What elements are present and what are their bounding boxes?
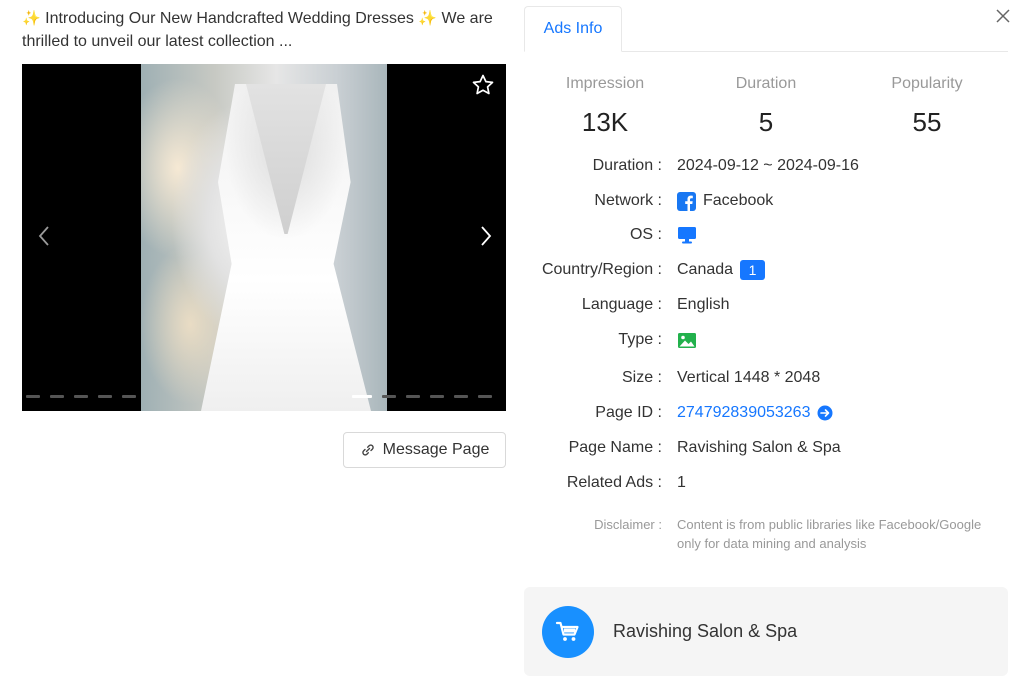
carousel-dot[interactable] (430, 395, 444, 398)
country-count-badge[interactable]: 1 (740, 260, 766, 280)
detail-value: Canada (677, 261, 734, 278)
page-id-link[interactable]: 274792839053263 (677, 404, 810, 422)
carousel-dot[interactable] (74, 395, 88, 398)
carousel-gap (146, 395, 342, 398)
detail-related-ads: Related Ads : 1 (524, 469, 1008, 497)
carousel-dot[interactable] (98, 395, 112, 398)
detail-key: Network : (594, 192, 662, 209)
detail-key: OS : (629, 226, 662, 243)
detail-size: Size : Vertical 1448 * 2048 (524, 364, 1008, 392)
carousel-dot[interactable] (454, 395, 468, 398)
message-page-label: Message Page (382, 441, 490, 458)
disclaimer: Disclaimer : Content is from public libr… (524, 515, 1008, 553)
stat-value: 55 (912, 107, 942, 137)
detail-value: Vertical 1448 * 2048 (677, 369, 821, 386)
link-icon (361, 444, 374, 456)
sparkles-icon: ✨ (22, 10, 41, 27)
detail-key: Page Name : (568, 439, 662, 456)
detail-network: Network : Facebook (524, 187, 1008, 215)
carousel-prev-chevron-left-icon[interactable] (30, 222, 58, 250)
facebook-icon (677, 191, 696, 211)
ad-caption-line1: Introducing Our New Handcrafted Wedding … (45, 10, 414, 27)
carousel-dot[interactable] (50, 395, 64, 398)
close-icon[interactable] (993, 6, 1013, 26)
carousel-dot[interactable] (122, 395, 136, 398)
detail-value: 1 (677, 474, 686, 491)
stat-value: 5 (758, 107, 774, 137)
carousel-dot[interactable] (406, 395, 420, 398)
desktop-icon (678, 227, 696, 244)
disclaimer-key: Disclaimer : (594, 517, 662, 532)
arrow-circle-right-icon[interactable] (817, 405, 833, 421)
message-page-button[interactable]: Message Page (343, 432, 506, 468)
ad-image (141, 64, 387, 411)
stat-label: Impression (565, 75, 645, 92)
carousel-dot[interactable] (382, 395, 396, 398)
stat-label: Duration (735, 75, 797, 92)
advertiser-page-name: Ravishing Salon & Spa (613, 621, 798, 641)
detail-value: English (677, 296, 730, 313)
detail-key: Size : (621, 369, 662, 386)
detail-language: Language : English (524, 291, 1008, 319)
ad-stats: Impression 13K Duration 5 Popularity 55 (524, 72, 1008, 142)
detail-key: Language : (581, 296, 662, 313)
shopping-cart-icon (542, 605, 594, 658)
carousel-indicators (26, 395, 502, 398)
stat-impression: Impression 13K (524, 72, 686, 142)
detail-country: Country/Region : Canada 1 (524, 256, 1008, 284)
sparkles-icon: ✨ (418, 10, 438, 27)
carousel-dot[interactable] (26, 395, 40, 398)
detail-key: Page ID : (595, 404, 662, 421)
stat-label: Popularity (891, 75, 963, 92)
stat-duration: Duration 5 (685, 72, 847, 142)
stat-popularity: Popularity 55 (846, 72, 1008, 142)
ad-caption-line2: thrilled to unveil our latest collection… (22, 33, 293, 50)
ad-caption: ✨ Introducing Our New Handcrafted Weddin… (22, 7, 512, 53)
detail-key: Duration : (592, 157, 662, 174)
detail-page-id: Page ID : 274792839053263 (524, 399, 1008, 427)
carousel-next-chevron-right-icon[interactable] (472, 222, 500, 250)
image-icon (678, 332, 696, 348)
tab-ads-info[interactable]: Ads Info (524, 6, 622, 52)
stat-value: 13K (581, 107, 629, 137)
detail-value: 2024-09-12 ~ 2024-09-16 (677, 157, 859, 174)
detail-value: Facebook (703, 192, 774, 209)
carousel-dot[interactable] (478, 395, 492, 398)
advertiser-page-card[interactable]: Ravishing Salon & Spa (524, 587, 1008, 676)
favorite-star-icon[interactable] (470, 72, 496, 98)
detail-duration: Duration : 2024-09-12 ~ 2024-09-16 (524, 152, 1008, 180)
ad-caption-line1-after: We are (441, 10, 493, 27)
disclaimer-text: Content is from public libraries like Fa… (677, 517, 982, 551)
detail-key: Type : (618, 331, 662, 348)
carousel-dot-active[interactable] (352, 395, 372, 398)
info-tabs: Ads Info (524, 6, 1008, 52)
detail-type: Type : (524, 326, 1008, 354)
detail-key: Related Ads : (566, 474, 662, 491)
detail-value: Ravishing Salon & Spa (677, 439, 841, 456)
detail-page-name: Page Name : Ravishing Salon & Spa (524, 434, 1008, 462)
ad-media-carousel[interactable] (22, 64, 506, 411)
detail-os: OS : (524, 221, 1008, 249)
detail-key: Country/Region : (541, 261, 662, 278)
